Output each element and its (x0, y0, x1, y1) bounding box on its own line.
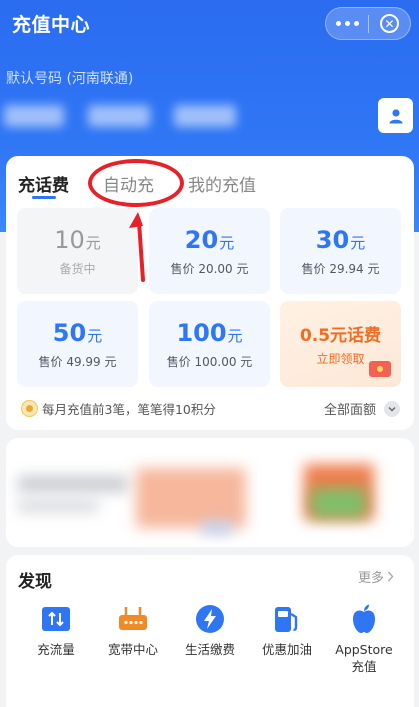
lightning-icon (193, 603, 227, 635)
discover-section: 发现 更多 充流量 宽带中心 生活缴费 优惠加油 AppStore 充值 (6, 555, 414, 707)
data-traffic-icon (39, 603, 73, 635)
discover-more-label: 更多 (357, 571, 384, 586)
discover-item-data-traffic[interactable]: 充流量 (16, 603, 96, 658)
discover-item-label: 生活缴费 (184, 642, 235, 657)
discover-more-link[interactable]: 更多 (358, 567, 394, 586)
discover-item-utilities[interactable]: 生活缴费 (170, 603, 250, 658)
discover-item-label: 充流量 (37, 642, 75, 657)
discover-title: 发现 (18, 572, 52, 592)
discover-item-appstore[interactable]: AppStore 充值 (324, 603, 404, 675)
discover-item-fuel[interactable]: 优惠加油 (247, 603, 327, 658)
fuel-pump-icon (270, 603, 304, 635)
chevron-right-icon (387, 571, 394, 582)
apple-icon (347, 603, 381, 635)
promo-banner-blurred[interactable] (6, 438, 414, 547)
discover-item-label: 优惠加油 (261, 642, 312, 657)
discover-item-label: AppStore 充值 (335, 642, 393, 674)
router-icon (116, 603, 150, 635)
discover-item-label: 宽带中心 (107, 642, 158, 657)
discover-item-broadband[interactable]: 宽带中心 (93, 603, 173, 658)
